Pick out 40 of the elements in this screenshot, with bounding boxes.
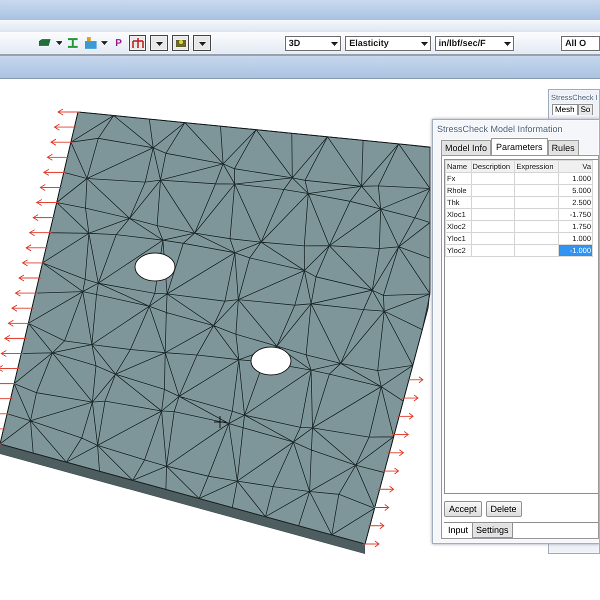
dropdown[interactable]: Elasticity (345, 36, 431, 50)
dropdown-button[interactable] (150, 35, 168, 51)
caret-icon (156, 40, 163, 46)
tab[interactable]: Rules (548, 140, 579, 155)
dropdown[interactable]: 3D (284, 36, 342, 50)
table-cell[interactable] (471, 244, 515, 256)
caret-icon (331, 40, 338, 46)
tool-button[interactable] (128, 35, 146, 51)
tab[interactable]: Mesh (552, 104, 578, 115)
table-cell[interactable] (514, 208, 559, 220)
dropdown[interactable]: All O (561, 36, 600, 50)
caret-icon (420, 40, 428, 46)
window-title: StressCheck Model Information (436, 123, 564, 136)
table-cell[interactable] (471, 232, 515, 244)
tab[interactable]: Model Info (441, 140, 492, 155)
tab[interactable]: So (578, 104, 594, 115)
dropdown[interactable]: in/lbf/sec/F (434, 36, 514, 50)
caret-icon (504, 40, 512, 46)
table-cell[interactable] (514, 184, 559, 196)
tab[interactable]: Settings (472, 523, 513, 538)
table-cell[interactable] (514, 232, 559, 244)
table-cell[interactable] (471, 208, 515, 220)
table-cell[interactable] (471, 220, 515, 232)
frame-icon (132, 37, 144, 49)
camera-icon (174, 37, 187, 49)
table-cell[interactable] (471, 196, 515, 208)
table-cell[interactable] (514, 220, 559, 232)
action-button[interactable]: Accept (444, 501, 482, 517)
table-cell[interactable] (514, 244, 559, 256)
table-cell[interactable] (471, 184, 515, 196)
table-cell[interactable] (514, 172, 559, 184)
p-tool[interactable]: P (112, 38, 125, 48)
table-cell[interactable] (471, 172, 515, 184)
dropdown-button[interactable] (193, 35, 211, 51)
action-button[interactable]: Delete (486, 501, 522, 517)
table-cell[interactable] (514, 196, 559, 208)
tool-button[interactable] (172, 35, 190, 51)
crosshair-cursor-icon (214, 416, 226, 428)
caret-icon (198, 40, 206, 46)
tab[interactable]: Parameters (491, 138, 548, 155)
